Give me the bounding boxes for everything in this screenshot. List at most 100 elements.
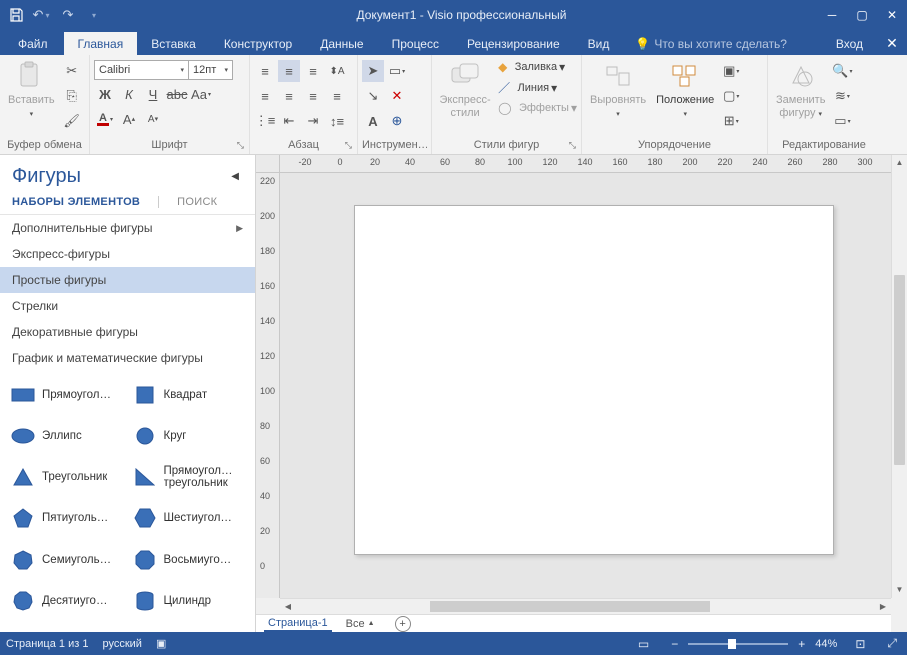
dialog-launcher-icon[interactable]: ⤡ [342,139,355,152]
horizontal-scrollbar[interactable]: ◀ ▶ [280,598,891,614]
orientation-button[interactable]: ⬍A [326,60,348,82]
scroll-right-icon[interactable]: ▶ [875,599,891,614]
stencil-category[interactable]: Дополнительные фигуры▶ [0,215,255,241]
rectangle-tool-icon[interactable]: ▭▾ [386,60,408,82]
align-bottom-button[interactable]: ≡ [302,60,324,82]
align-justify-button[interactable]: ≡ [326,85,348,107]
connection-point-icon[interactable]: ⊕ [386,110,408,132]
maximize-button[interactable]: ▢ [847,0,877,30]
underline-button[interactable]: Ч [142,83,164,105]
connector-tool-icon[interactable]: ↘ [362,85,384,107]
indent-dec-button[interactable]: ⇤ [278,110,300,132]
tab-design[interactable]: Конструктор [210,32,306,55]
shape-item[interactable]: Цилиндр [130,587,248,615]
tab-file[interactable]: Файл [2,32,64,55]
scroll-left-icon[interactable]: ◀ [280,599,296,614]
save-icon[interactable] [4,3,28,27]
scroll-down-icon[interactable]: ▼ [892,582,907,598]
indent-inc-button[interactable]: ⇥ [302,110,324,132]
delete-tool-icon[interactable]: ✕ [386,85,408,107]
text-tool-icon[interactable]: A [362,110,384,132]
scroll-up-icon[interactable]: ▲ [892,155,907,171]
shapes-tab-search[interactable]: ПОИСК [177,196,217,208]
format-painter-icon[interactable]: 🖌 [61,110,83,132]
drawing-canvas[interactable] [280,173,891,598]
shapes-tab-sets[interactable]: НАБОРЫ ЭЛЕМЕНТОВ [12,196,140,208]
add-page-button[interactable]: + [395,616,411,632]
shape-item[interactable]: Эллипс [8,422,126,450]
line-button[interactable]: ／ Линия▾ [498,79,577,96]
case-button[interactable]: Aa▾ [190,83,212,105]
shape-item[interactable]: Квадрат [130,381,248,409]
italic-button[interactable]: К [118,83,140,105]
tab-view[interactable]: Вид [574,32,624,55]
position-button[interactable]: Положение▾ [652,58,718,123]
presentation-mode-icon[interactable]: ▭ [634,637,653,651]
align-top-button[interactable]: ≡ [254,60,276,82]
vertical-scrollbar[interactable]: ▲ ▼ [891,155,907,598]
stencil-category[interactable]: Стрелки [0,293,255,319]
align-middle-button[interactable]: ≡ [278,60,300,82]
align-left-button[interactable]: ≡ [254,85,276,107]
pointer-tool-icon[interactable]: ➤ [362,60,384,82]
macro-record-icon[interactable]: ▣ [156,637,166,650]
tab-insert[interactable]: Вставка [137,32,210,55]
stencil-category[interactable]: Экспресс-фигуры [0,241,255,267]
qat-customize-icon[interactable]: ▾ [82,3,106,27]
zoom-out-button[interactable]: − [667,637,682,651]
align-button[interactable]: Выровнять▾ [586,58,650,123]
group-icon[interactable]: ⊞▾ [720,110,742,132]
shape-item[interactable]: Шестиугол… [130,504,248,532]
stencil-category[interactable]: Декоративные фигуры [0,319,255,345]
effects-button[interactable]: ◯ Эффекты▾ [498,101,577,115]
align-right-button[interactable]: ≡ [302,85,324,107]
undo-icon[interactable]: ↶▾ [30,3,54,27]
scroll-thumb[interactable] [894,275,905,465]
tell-me-input[interactable]: 💡Что вы хотите сделать? [635,37,787,55]
zoom-level[interactable]: 44% [815,638,837,650]
status-page[interactable]: Страница 1 из 1 [6,638,88,650]
quick-styles-button[interactable]: Экспресс- стили [436,58,494,122]
shape-item[interactable]: Круг [130,422,248,450]
status-language[interactable]: русский [102,638,141,650]
redo-icon[interactable]: ↷ [56,3,80,27]
change-shape-button[interactable]: Заменить фигуру ▾ [772,58,829,123]
font-name-select[interactable]: Calibri▾ [94,60,189,80]
dialog-launcher-icon[interactable]: ⤡ [234,139,247,152]
tab-data[interactable]: Данные [306,32,377,55]
stencil-category[interactable]: График и математические фигуры [0,345,255,371]
fit-page-icon[interactable]: ⊡ [851,637,869,651]
send-back-icon[interactable]: ▢▾ [720,85,742,107]
bullets-button[interactable]: ⋮≡ [254,110,276,132]
grow-font-button[interactable]: A▴ [118,108,140,130]
shape-item[interactable]: Треугольник [8,463,126,491]
align-center-button[interactable]: ≡ [278,85,300,107]
find-icon[interactable]: 🔍▾ [831,60,853,82]
collapse-panel-icon[interactable]: ◀ [227,167,243,186]
tab-process[interactable]: Процесс [378,32,453,55]
scroll-thumb[interactable] [430,601,710,612]
minimize-button[interactable]: ─ [817,0,847,30]
paste-button[interactable]: Вставить▾ [4,58,59,123]
page-tab-1[interactable]: Страница-1 [264,616,332,632]
bold-button[interactable]: Ж [94,83,116,105]
cut-icon[interactable]: ✂ [61,60,83,82]
tab-review[interactable]: Рецензирование [453,32,574,55]
dialog-launcher-icon[interactable]: ⤡ [566,139,579,152]
font-size-select[interactable]: 12пт▾ [189,60,233,80]
shape-item[interactable]: Восьмиуго… [130,546,248,574]
signin-button[interactable]: Вход [822,33,877,55]
font-color-button[interactable]: A▾ [94,108,116,130]
page-tab-all[interactable]: Все ▲ [346,618,375,630]
page-surface[interactable] [354,205,834,555]
bring-front-icon[interactable]: ▣▾ [720,60,742,82]
shape-item[interactable]: Десятиуго… [8,587,126,615]
shape-item[interactable]: Прямоугол…треугольник [130,463,248,491]
shrink-font-button[interactable]: A▾ [142,108,164,130]
shape-item[interactable]: Пятиуголь… [8,504,126,532]
tab-home[interactable]: Главная [64,32,138,55]
stencil-category[interactable]: Простые фигуры [0,267,255,293]
zoom-in-button[interactable]: + [794,637,809,651]
shape-item[interactable]: Семиуголь… [8,546,126,574]
close-button[interactable]: ✕ [877,0,907,30]
